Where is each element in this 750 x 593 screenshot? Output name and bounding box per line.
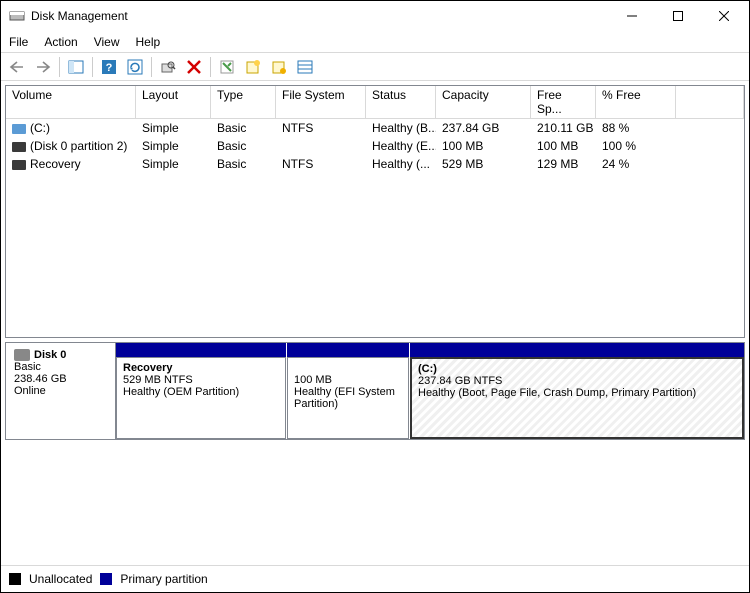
col-capacity[interactable]: Capacity xyxy=(436,86,531,119)
partition-box[interactable]: 100 MBHealthy (EFI System Partition) xyxy=(287,357,409,439)
svg-text:?: ? xyxy=(106,62,113,74)
volume-type: Basic xyxy=(211,120,276,136)
partition-status: Healthy (OEM Partition) xyxy=(123,386,279,398)
properties-button[interactable] xyxy=(215,55,239,79)
volume-layout: Simple xyxy=(136,156,211,172)
col-layout[interactable]: Layout xyxy=(136,86,211,119)
disk-size: 238.46 GB xyxy=(14,373,107,385)
maximize-button[interactable] xyxy=(655,1,701,31)
table-row[interactable]: Recovery SimpleBasicNTFSHealthy (...529 M… xyxy=(6,155,744,173)
volume-capacity: 237.84 GB xyxy=(436,120,531,136)
col-filesystem[interactable]: File System xyxy=(276,86,366,119)
volume-free: 210.11 GB xyxy=(531,120,596,136)
volume-pctfree: 24 % xyxy=(596,156,676,172)
col-pctfree[interactable]: % Free xyxy=(596,86,676,119)
volume-rows: (C:)SimpleBasicNTFSHealthy (B...237.84 G… xyxy=(6,119,744,337)
volume-icon xyxy=(12,160,26,170)
partition-header xyxy=(116,343,286,357)
partition-size: 237.84 GB NTFS xyxy=(418,375,736,387)
app-icon xyxy=(9,8,25,24)
new-simple-volume-button[interactable] xyxy=(241,55,265,79)
volume-layout: Simple xyxy=(136,120,211,136)
close-button[interactable] xyxy=(701,1,747,31)
volume-status: Healthy (B... xyxy=(366,120,436,136)
volume-icon xyxy=(12,142,26,152)
title-bar: Disk Management xyxy=(1,1,749,31)
legend-primary-label: Primary partition xyxy=(120,572,207,586)
col-volume[interactable]: Volume xyxy=(6,86,136,119)
volume-pctfree: 88 % xyxy=(596,120,676,136)
refresh-button[interactable] xyxy=(123,55,147,79)
volume-type: Basic xyxy=(211,138,276,154)
partition-title: Recovery xyxy=(123,362,279,374)
volume-name: Recovery xyxy=(30,157,81,171)
list-view-button[interactable] xyxy=(293,55,317,79)
volume-capacity: 100 MB xyxy=(436,138,531,154)
volume-type: Basic xyxy=(211,156,276,172)
menu-help[interactable]: Help xyxy=(136,35,161,49)
help-button[interactable]: ? xyxy=(97,55,121,79)
volume-fs: NTFS xyxy=(276,156,366,172)
minimize-button[interactable] xyxy=(609,1,655,31)
window-title: Disk Management xyxy=(31,9,609,23)
disk-name: Disk 0 xyxy=(34,349,66,361)
volume-free: 129 MB xyxy=(531,156,596,172)
partition-size: 100 MB xyxy=(294,374,402,386)
volume-icon xyxy=(12,124,26,134)
legend-primary-swatch xyxy=(100,573,112,585)
legend-unallocated-swatch xyxy=(9,573,21,585)
back-button[interactable] xyxy=(5,55,29,79)
table-row[interactable]: (C:) SimpleBasicNTFSHealthy (B...237.84 G… xyxy=(6,119,744,137)
partition-header xyxy=(287,343,409,357)
volume-status: Healthy (... xyxy=(366,156,436,172)
col-freespace[interactable]: Free Sp... xyxy=(531,86,596,119)
partition-status: Healthy (Boot, Page File, Crash Dump, Pr… xyxy=(418,387,736,399)
volume-fs: NTFS xyxy=(276,120,366,136)
disk-status: Online xyxy=(14,385,107,397)
partition-status: Healthy (EFI System Partition) xyxy=(294,386,402,410)
col-rest[interactable] xyxy=(676,86,744,119)
delete-button[interactable] xyxy=(182,55,206,79)
partition-title: (C:) xyxy=(418,363,736,375)
volume-name: (Disk 0 partition 2) xyxy=(30,139,127,153)
menu-view[interactable]: View xyxy=(94,35,120,49)
volume-capacity: 529 MB xyxy=(436,156,531,172)
volume-free: 100 MB xyxy=(531,138,596,154)
volume-status: Healthy (E... xyxy=(366,138,436,154)
rescan-button[interactable] xyxy=(156,55,180,79)
volume-table: Volume Layout Type File System Status Ca… xyxy=(5,85,745,338)
volume-table-header: Volume Layout Type File System Status Ca… xyxy=(6,86,744,119)
col-type[interactable]: Type xyxy=(211,86,276,119)
volume-pctfree: 100 % xyxy=(596,138,676,154)
disk-info[interactable]: Disk 0 Basic 238.46 GB Online xyxy=(6,343,116,439)
partition-size: 529 MB NTFS xyxy=(123,374,279,386)
show-hide-tree-button[interactable] xyxy=(64,55,88,79)
volume-name: (C:) xyxy=(30,121,50,135)
disk-type: Basic xyxy=(14,361,107,373)
menu-bar: File Action View Help xyxy=(1,31,749,53)
partition-box[interactable]: (C:)237.84 GB NTFSHealthy (Boot, Page Fi… xyxy=(410,357,744,439)
table-row[interactable]: (Disk 0 partition 2) SimpleBasic Healthy (… xyxy=(6,137,744,155)
partition-box[interactable]: Recovery529 MB NTFSHealthy (OEM Partitio… xyxy=(116,357,286,439)
menu-file[interactable]: File xyxy=(9,35,28,49)
disk-partitions: Recovery529 MB NTFSHealthy (OEM Partitio… xyxy=(116,343,744,439)
disk-icon xyxy=(14,349,30,361)
volume-fs xyxy=(276,138,366,154)
col-status[interactable]: Status xyxy=(366,86,436,119)
toolbar: ? xyxy=(1,53,749,81)
partition-header xyxy=(410,343,744,357)
settings-button[interactable] xyxy=(267,55,291,79)
menu-action[interactable]: Action xyxy=(44,35,77,49)
disk-graphical-view: Disk 0 Basic 238.46 GB Online Recovery52… xyxy=(5,342,745,440)
forward-button[interactable] xyxy=(31,55,55,79)
legend-unallocated-label: Unallocated xyxy=(29,572,92,586)
legend: Unallocated Primary partition xyxy=(1,565,749,592)
volume-layout: Simple xyxy=(136,138,211,154)
